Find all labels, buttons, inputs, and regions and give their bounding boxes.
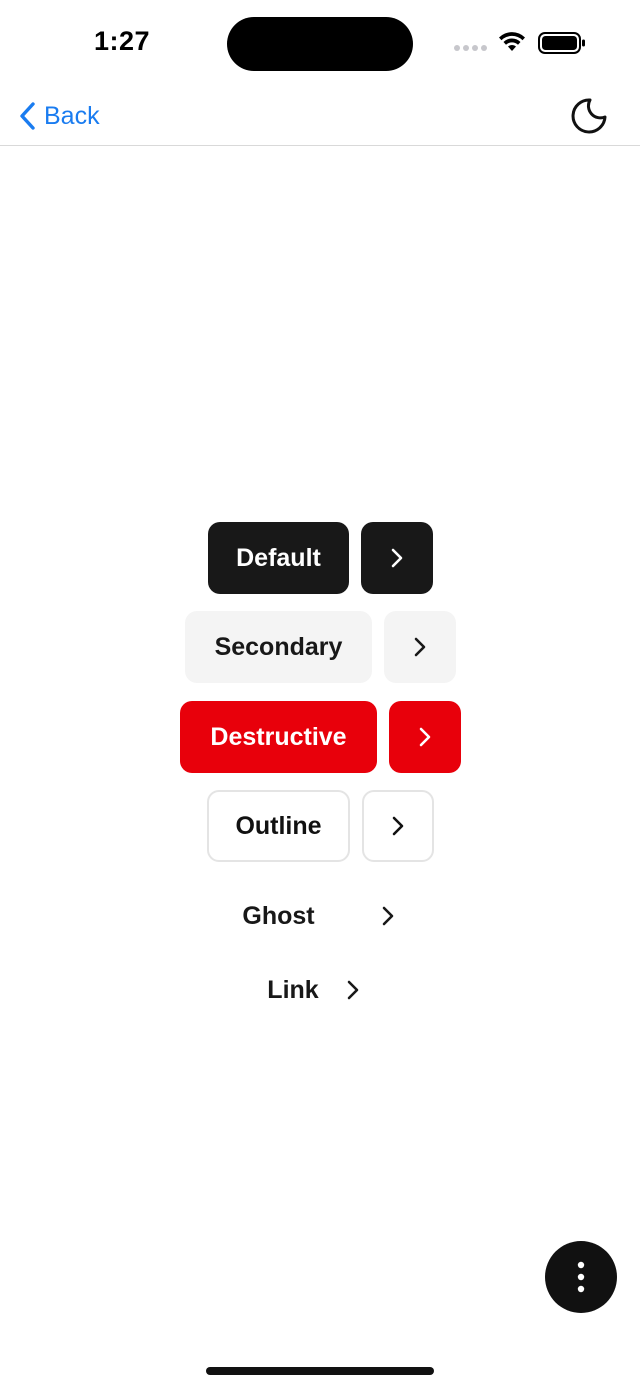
theme-toggle-button[interactable] <box>568 94 612 138</box>
default-button-label: Default <box>236 543 321 572</box>
status-time: 1:27 <box>94 26 151 56</box>
chevron-right-icon <box>392 816 404 836</box>
outline-icon-button[interactable] <box>362 790 434 862</box>
ghost-button[interactable]: Ghost <box>210 880 347 952</box>
ghost-icon-button[interactable] <box>352 880 424 952</box>
chevron-right-icon <box>391 548 403 568</box>
link-icon-button[interactable] <box>336 954 370 1026</box>
chevron-right-icon <box>414 637 426 657</box>
home-indicator[interactable] <box>206 1367 434 1375</box>
default-button[interactable]: Default <box>208 522 349 594</box>
moon-icon <box>571 98 607 134</box>
link-button-label: Link <box>267 975 319 1004</box>
status-bar: 1:27 <box>0 0 640 88</box>
secondary-icon-button[interactable] <box>384 611 456 683</box>
chevron-right-icon <box>382 906 394 926</box>
chevron-right-icon <box>419 727 431 747</box>
outline-button-label: Outline <box>235 811 322 840</box>
chevron-right-icon <box>347 980 359 1000</box>
default-row: Default <box>0 522 640 594</box>
secondary-button-label: Secondary <box>214 632 343 661</box>
link-button[interactable]: Link <box>255 954 331 1026</box>
wifi-icon <box>499 32 525 51</box>
default-icon-button[interactable] <box>361 522 433 594</box>
secondary-row: Secondary <box>0 611 640 683</box>
outline-row: Outline <box>0 790 640 862</box>
ghost-button-label: Ghost <box>242 901 315 930</box>
destructive-button[interactable]: Destructive <box>180 701 377 773</box>
more-vertical-icon <box>577 1261 585 1293</box>
destructive-button-label: Destructive <box>210 722 347 751</box>
dynamic-island <box>227 17 413 71</box>
more-options-button[interactable] <box>545 1241 617 1313</box>
link-row: Link <box>0 954 640 1026</box>
secondary-button[interactable]: Secondary <box>185 611 372 683</box>
chevron-left-icon <box>20 102 35 130</box>
cellular-signal-icon <box>454 45 487 51</box>
navigation-bar: Back <box>0 88 640 146</box>
ghost-row: Ghost <box>0 880 640 952</box>
back-button[interactable]: Back <box>18 96 100 136</box>
back-label: Back <box>44 101 100 130</box>
outline-button[interactable]: Outline <box>207 790 350 862</box>
destructive-row: Destructive <box>0 701 640 773</box>
destructive-icon-button[interactable] <box>389 701 461 773</box>
battery-icon <box>538 32 585 54</box>
screen: 1:27 Back Default Secondary Destructive … <box>0 0 640 1387</box>
